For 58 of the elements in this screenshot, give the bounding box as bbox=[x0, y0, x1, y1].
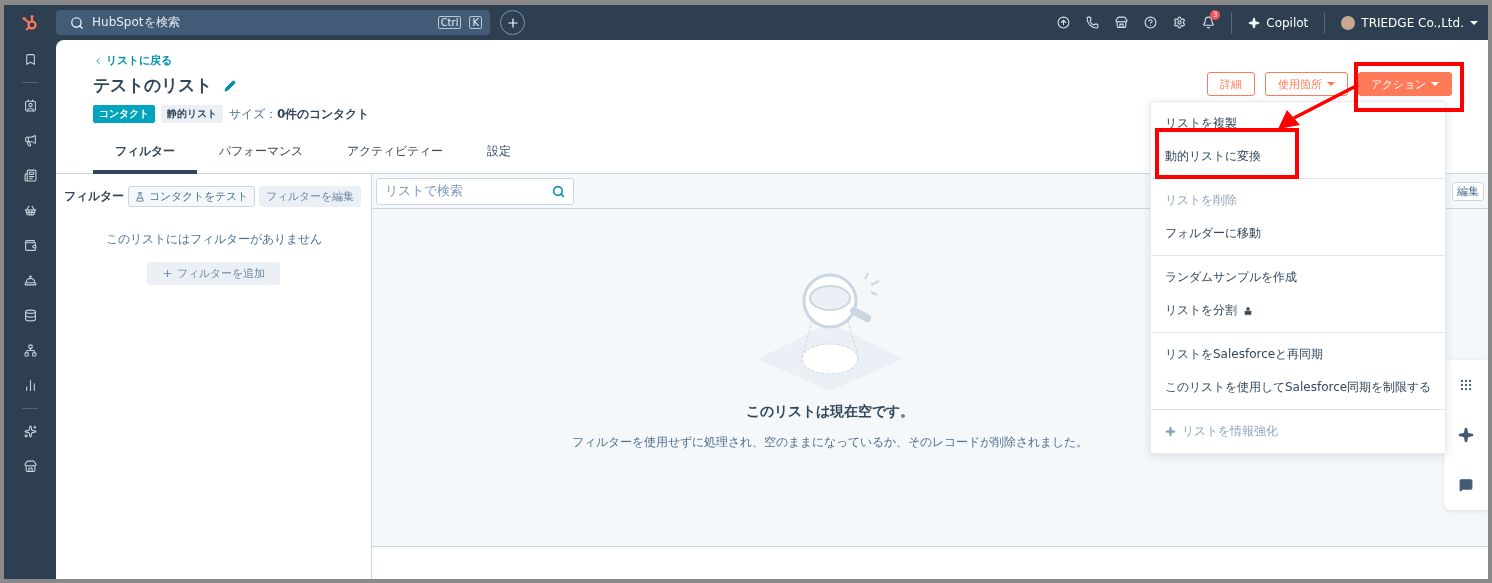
menu-item[interactable]: 動的リストに変換 bbox=[1151, 140, 1445, 173]
grid-icon[interactable] bbox=[1459, 377, 1473, 392]
bell-desk-icon[interactable] bbox=[23, 274, 37, 287]
sparkle-icon bbox=[1165, 426, 1176, 437]
logo-icon[interactable] bbox=[21, 13, 39, 32]
megaphone-icon[interactable] bbox=[23, 134, 37, 147]
search-icon bbox=[552, 184, 565, 198]
tab[interactable]: 設定 bbox=[465, 137, 533, 174]
tab[interactable]: パフォーマンス bbox=[197, 137, 325, 174]
keyboard-key: K bbox=[469, 16, 482, 29]
store-icon[interactable] bbox=[1115, 16, 1129, 29]
sparkle-icon[interactable] bbox=[1458, 427, 1474, 443]
contact-card-icon[interactable] bbox=[23, 99, 37, 112]
chevron-left-icon bbox=[93, 55, 103, 66]
copilot-button[interactable]: Copilot bbox=[1248, 15, 1309, 30]
plus-icon bbox=[162, 268, 173, 279]
no-filter-text: このリストにはフィルターがありません bbox=[104, 231, 323, 248]
tab[interactable]: フィルター bbox=[93, 137, 197, 174]
menu-item[interactable]: このリストを使用してSalesforce同期を制限する bbox=[1151, 371, 1445, 404]
list-tag: 静的リスト bbox=[161, 105, 223, 123]
search-icon bbox=[70, 15, 84, 30]
tab[interactable]: アクティビティー bbox=[325, 137, 465, 174]
bar-chart-icon[interactable] bbox=[23, 379, 37, 392]
store-icon[interactable] bbox=[23, 460, 37, 473]
document-icon[interactable] bbox=[23, 169, 37, 182]
upgrade-icon[interactable] bbox=[1057, 16, 1071, 29]
pencil-icon[interactable] bbox=[224, 79, 236, 92]
notifications-icon[interactable] bbox=[1202, 16, 1216, 29]
sparkle-icon bbox=[1248, 16, 1261, 29]
filter-heading: フィルター bbox=[64, 188, 124, 205]
list-size: サイズ：0件のコンタクト bbox=[229, 105, 370, 123]
bookmark-icon[interactable] bbox=[23, 53, 37, 66]
menu-item[interactable]: フォルダーに移動 bbox=[1151, 217, 1445, 250]
settings-icon[interactable] bbox=[1173, 16, 1187, 29]
list-title: テストのリスト bbox=[93, 74, 212, 97]
lock-icon bbox=[1243, 305, 1253, 316]
hierarchy-icon[interactable] bbox=[23, 344, 37, 357]
keyboard-key: Ctrl bbox=[437, 16, 462, 29]
flask-icon bbox=[135, 191, 145, 202]
list-tag: コンタクト bbox=[93, 105, 155, 123]
menu-item[interactable]: リストをSalesforceと再同期 bbox=[1151, 338, 1445, 371]
menu-item[interactable]: リストを分割 bbox=[1151, 294, 1445, 327]
phone-icon[interactable] bbox=[1086, 16, 1100, 29]
back-link[interactable]: リストに戻る bbox=[93, 53, 370, 68]
empty-title: このリストは現在空です。 bbox=[746, 403, 914, 421]
account-menu[interactable]: TRIEDGE Co.,Ltd. bbox=[1341, 15, 1478, 30]
empty-description: フィルターを使用せずに処理され、空のままになっているか、そのレコードが削除されました。 bbox=[572, 435, 1088, 450]
test-contact-button[interactable]: コンタクトをテスト bbox=[128, 186, 255, 207]
chat-icon[interactable] bbox=[1459, 478, 1473, 493]
help-icon[interactable] bbox=[1144, 16, 1158, 29]
database-icon[interactable] bbox=[23, 309, 37, 322]
menu-item[interactable]: ランダムサンプルを作成 bbox=[1151, 261, 1445, 294]
search-field[interactable]: HubSpotを検索 Ctrl K bbox=[56, 10, 490, 35]
plus-icon bbox=[505, 15, 520, 30]
basket-icon[interactable] bbox=[23, 204, 37, 217]
search-placeholder: HubSpotを検索 bbox=[92, 14, 181, 31]
wallet-icon[interactable] bbox=[23, 239, 37, 252]
edit-button[interactable]: 編集 bbox=[1452, 181, 1484, 201]
